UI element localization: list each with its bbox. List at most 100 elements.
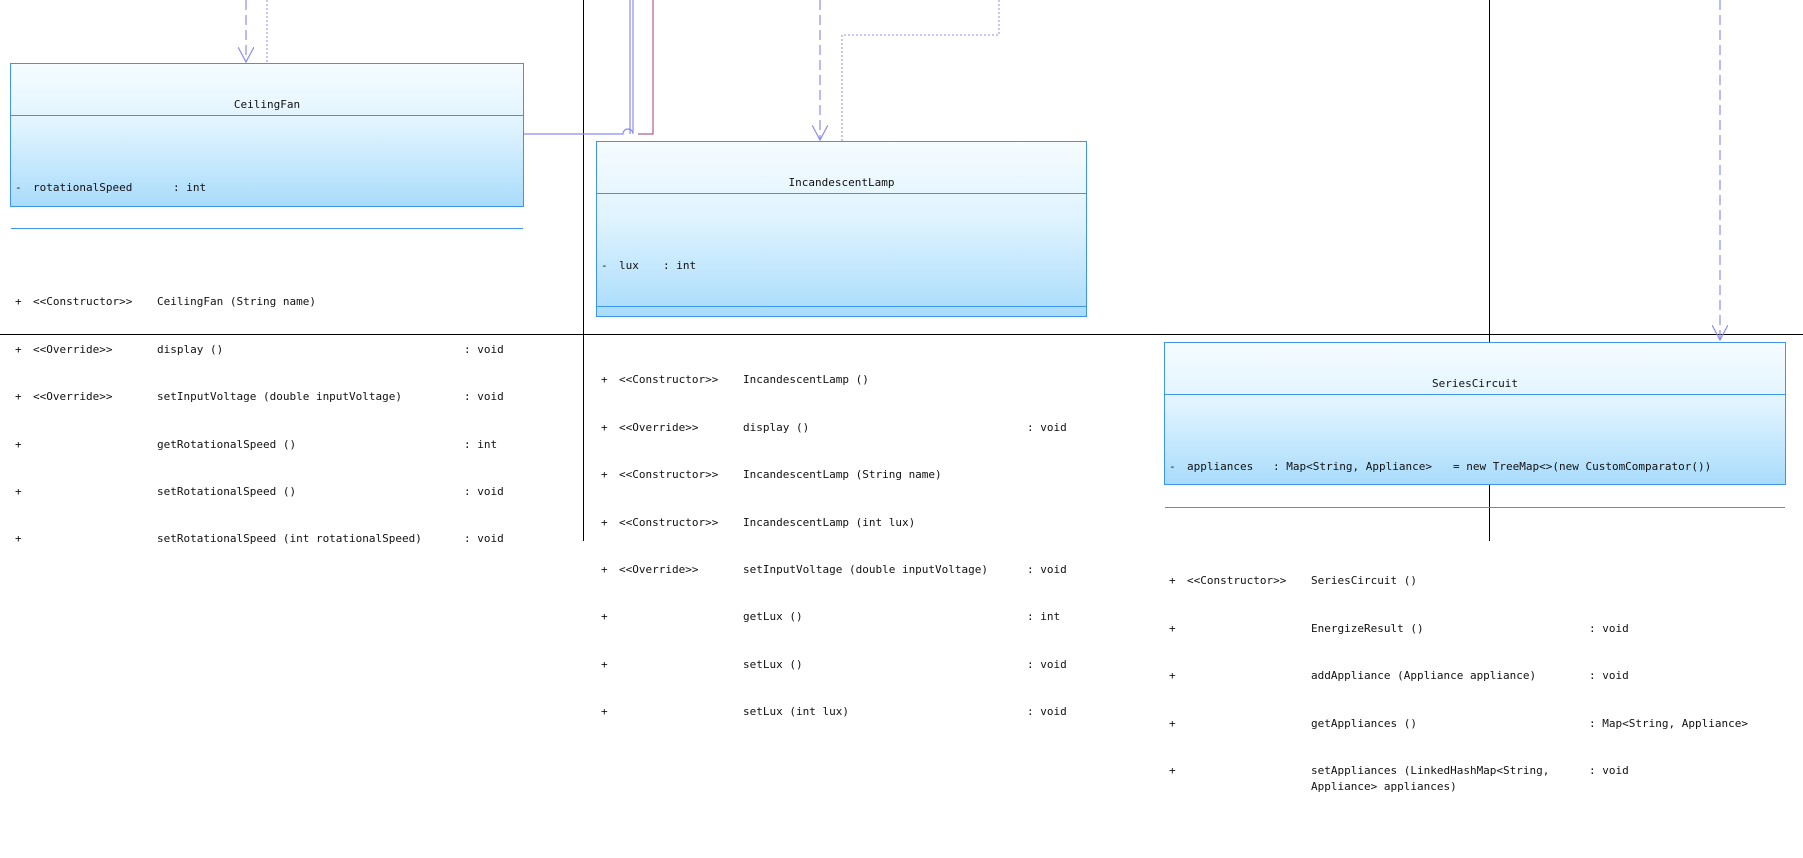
method-stereotype: <<Constructor>> (619, 468, 719, 482)
method-return-type: : void (464, 484, 504, 498)
class-name: CeilingFan (11, 96, 523, 116)
method-row: + <<Override>> setInputVoltage (double i… (597, 562, 1086, 578)
method-row: + getLux () : int (597, 609, 1086, 625)
method-return-type: : void (464, 342, 504, 356)
method-section: + <<Constructor>> CeilingFan (String nam… (11, 261, 523, 580)
method-return-type: : void (1589, 669, 1629, 683)
method-stereotype: <<Override>> (33, 342, 113, 356)
method-return-type: : Map<String, Appliance> (1589, 716, 1748, 730)
method-signature: setRotationalSpeed (int rotationalSpeed) (157, 532, 422, 546)
method-signature: setAppliances (LinkedHashMap<String, App… (1311, 763, 1550, 793)
method-row: + <<Constructor>> CeilingFan (String nam… (11, 294, 523, 310)
attribute-name: lux (619, 258, 639, 272)
method-signature: setInputVoltage (double inputVoltage) (743, 562, 989, 576)
attribute-name: rotationalSpeed (33, 180, 133, 194)
incandescentlamp-dotted-connector[interactable] (841, 0, 1000, 141)
method-return-type: : void (1589, 763, 1629, 777)
method-signature: getRotationalSpeed () (157, 437, 297, 451)
class-name: IncandescentLamp (597, 174, 1086, 194)
method-signature: EnergizeResult () (1311, 621, 1424, 635)
visibility-marker: + (601, 610, 608, 624)
visibility-marker: - (15, 180, 22, 194)
method-signature: addAppliance (Appliance appliance) (1311, 669, 1537, 683)
visibility-marker: - (601, 258, 608, 272)
method-signature: display () (743, 420, 810, 434)
composition-line-red[interactable] (638, 0, 654, 135)
method-stereotype: <<Constructor>> (619, 515, 719, 529)
method-signature: CeilingFan (String name) (157, 295, 316, 309)
method-signature: getAppliances () (1311, 716, 1417, 730)
method-row: + setRotationalSpeed () : void (11, 484, 523, 500)
visibility-marker: + (601, 562, 608, 576)
visibility-marker: + (15, 342, 22, 356)
method-stereotype: <<Constructor>> (619, 373, 719, 387)
method-return-type: : void (464, 532, 504, 546)
method-row: + getRotationalSpeed () : int (11, 437, 523, 453)
attribute-section: - appliances : Map<String, Appliance> = … (1165, 426, 1785, 509)
attribute-row: - rotationalSpeed : int (11, 180, 523, 196)
method-return-type: : int (464, 437, 498, 451)
method-signature: IncandescentLamp (String name) (743, 468, 942, 482)
class-box-ceilingfan[interactable]: CeilingFan - rotationalSpeed : int + <<C… (10, 63, 524, 545)
class-name: SeriesCircuit (1165, 375, 1785, 395)
method-return-type: : void (1589, 621, 1629, 635)
method-stereotype: <<Constructor>> (1187, 574, 1287, 588)
method-section: + <<Constructor>> IncandescentLamp () + … (597, 339, 1086, 753)
method-signature: SeriesCircuit () (1311, 574, 1417, 588)
visibility-marker: + (601, 515, 608, 529)
method-row: + <<Override>> display () : void (11, 342, 523, 358)
method-return-type: : void (1027, 562, 1067, 576)
visibility-marker: + (601, 705, 608, 719)
method-row: + setLux (int lux) : void (597, 704, 1086, 720)
method-row: + setLux () : void (597, 657, 1086, 673)
method-row: + <<Constructor>> SeriesCircuit () (1165, 573, 1785, 589)
method-return-type: : void (464, 390, 504, 404)
visibility-marker: + (1169, 669, 1176, 683)
class-box-seriescircuit[interactable]: SeriesCircuit - appliances : Map<String,… (1164, 342, 1786, 793)
uml-class-diagram-canvas: { "diagram": { "classes": [ { "id": "cei… (0, 0, 1803, 793)
visibility-marker: + (15, 532, 22, 546)
method-row: + <<Constructor>> IncandescentLamp () (597, 372, 1086, 388)
method-row: + <<Constructor>> IncandescentLamp (Stri… (597, 467, 1086, 483)
class-box-incandescentlamp[interactable]: IncandescentLamp - lux : int + <<Constru… (596, 141, 1087, 718)
attribute-row: - appliances : Map<String, Appliance> = … (1165, 459, 1785, 475)
ceilingfan-association-line[interactable] (524, 0, 634, 135)
visibility-marker: + (1169, 716, 1176, 730)
method-return-type: : void (1027, 657, 1067, 671)
visibility-marker: + (601, 657, 608, 671)
method-signature: setRotationalSpeed () (157, 484, 297, 498)
visibility-marker: + (1169, 621, 1176, 635)
visibility-marker: + (601, 468, 608, 482)
method-stereotype: <<Override>> (619, 420, 699, 434)
method-stereotype: <<Override>> (619, 562, 699, 576)
method-stereotype: <<Override>> (33, 390, 113, 404)
visibility-marker: + (601, 420, 608, 434)
method-signature: setInputVoltage (double inputVoltage) (157, 390, 403, 404)
method-row: + <<Override>> setInputVoltage (double i… (11, 389, 523, 405)
attribute-section: - rotationalSpeed : int (11, 147, 523, 230)
method-row: + <<Constructor>> IncandescentLamp (int … (597, 515, 1086, 531)
visibility-marker: + (1169, 763, 1176, 777)
attribute-section: - lux : int (597, 225, 1086, 308)
visibility-marker: + (15, 484, 22, 498)
attribute-name: appliances (1187, 459, 1254, 473)
attribute-type: : Map<String, Appliance> (1273, 459, 1432, 473)
visibility-marker: + (15, 437, 22, 451)
method-row: + EnergizeResult () : void (1165, 621, 1785, 637)
attribute-type: : int (663, 258, 697, 272)
method-stereotype: <<Constructor>> (33, 295, 133, 309)
method-section: + <<Constructor>> SeriesCircuit () + Ene… (1165, 540, 1785, 827)
method-return-type: : int (1027, 610, 1061, 624)
visibility-marker: + (15, 295, 22, 309)
visibility-marker: - (1169, 459, 1176, 473)
method-return-type: : void (1027, 420, 1067, 434)
attribute-initializer: = new TreeMap<>(new CustomComparator()) (1453, 459, 1712, 473)
method-row: + setAppliances (LinkedHashMap<String, A… (1165, 763, 1785, 795)
method-signature: setLux (int lux) (743, 705, 849, 719)
method-signature: IncandescentLamp () (743, 373, 869, 387)
visibility-marker: + (601, 373, 608, 387)
method-signature: display () (157, 342, 224, 356)
method-signature: IncandescentLamp (int lux) (743, 515, 916, 529)
method-row: + addAppliance (Appliance appliance) : v… (1165, 668, 1785, 684)
visibility-marker: + (15, 390, 22, 404)
